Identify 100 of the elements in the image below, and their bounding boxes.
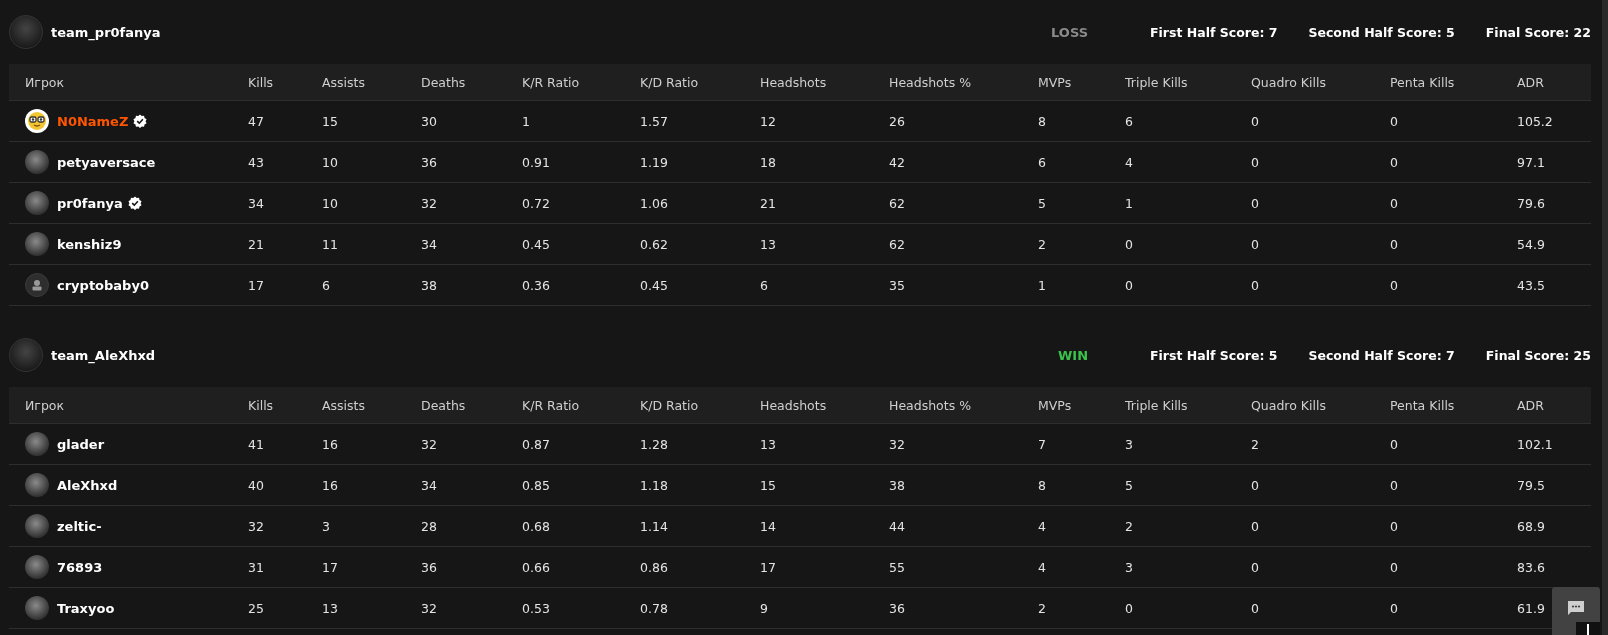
table-cell: 2	[1125, 518, 1133, 534]
table-cell: 8	[1038, 113, 1046, 129]
table-cell: 0.53	[522, 600, 550, 616]
table-cell: 3	[1125, 559, 1133, 575]
column-header: Penta Kills	[1390, 397, 1456, 413]
table-cell: 0	[1251, 154, 1259, 170]
column-header: Deaths	[421, 397, 467, 413]
player-name[interactable]: AleXhxd	[57, 477, 118, 493]
table-cell: 13	[322, 600, 338, 616]
table-cell: 0.62	[640, 236, 668, 252]
player-name[interactable]: pr0fanya	[57, 195, 123, 211]
table-cell: 0.66	[522, 559, 550, 575]
table-cell: 5	[1125, 477, 1133, 493]
team-avatar	[9, 15, 43, 49]
table-cell: 0.85	[522, 477, 550, 493]
table-cell: 4	[1038, 559, 1046, 575]
table-cell: 5	[1038, 195, 1046, 211]
scroll-down-button[interactable]	[1552, 622, 1600, 635]
table-cell: 10	[322, 195, 338, 211]
table-cell: 0.45	[522, 236, 550, 252]
column-header: K/R Ratio	[522, 74, 581, 90]
table-cell: 13	[760, 236, 776, 252]
table-cell: 34	[421, 236, 437, 252]
table-cell: 9	[760, 600, 768, 616]
team-name: team_AleXhxd	[51, 347, 157, 363]
chat-button[interactable]	[1552, 587, 1600, 622]
player-name[interactable]: N0NameZ	[57, 113, 129, 129]
column-header: K/D Ratio	[640, 74, 700, 90]
table-cell: 61.9	[1517, 600, 1545, 616]
table-cell: 3	[322, 518, 330, 534]
table-cell: 6	[322, 277, 330, 293]
table-cell: 25	[248, 600, 264, 616]
table-cell: 0	[1251, 477, 1259, 493]
nerd-emoji-icon	[25, 109, 49, 133]
table-cell: 0	[1390, 559, 1398, 575]
table-cell: 17	[248, 277, 264, 293]
player-name[interactable]: cryptobaby0	[57, 277, 149, 293]
table-cell: 68.9	[1517, 518, 1545, 534]
table-cell: 21	[248, 236, 264, 252]
table-cell: 0	[1390, 154, 1398, 170]
table-cell: 4	[1038, 518, 1046, 534]
column-header: Quadro Kills	[1251, 74, 1327, 90]
table-cell: 1.19	[640, 154, 668, 170]
table-cell: 0	[1125, 277, 1133, 293]
player-name[interactable]: kenshiz9	[57, 236, 122, 252]
player-name[interactable]: glader	[57, 436, 105, 452]
table-cell: 97.1	[1517, 154, 1545, 170]
player-name[interactable]: zeltic-	[57, 518, 102, 534]
table-cell: 0	[1251, 518, 1259, 534]
table-cell: 4	[1125, 154, 1133, 170]
avatar-photo-placeholder	[25, 555, 49, 579]
team-name: team_pr0fanya	[51, 24, 162, 40]
arrow-icon	[1584, 624, 1592, 635]
match-result: LOSS	[1051, 24, 1089, 40]
table-cell: 32	[248, 518, 264, 534]
table-cell: 28	[421, 518, 437, 534]
avatar-photo-placeholder	[25, 473, 49, 497]
table-cell: 0.86	[640, 559, 668, 575]
table-cell: 12	[760, 113, 776, 129]
table-cell: 16	[322, 436, 338, 452]
player-name[interactable]: Traxyoo	[57, 600, 115, 616]
player-name[interactable]: 76893	[57, 559, 103, 575]
team-avatar	[9, 338, 43, 372]
table-cell: 16	[322, 477, 338, 493]
table-cell: 32	[889, 436, 905, 452]
table-cell: 1.57	[640, 113, 668, 129]
table-cell: 102.1	[1517, 436, 1553, 452]
table-cell: 36	[889, 600, 905, 616]
table-cell: 79.5	[1517, 477, 1545, 493]
table-cell: 6	[1125, 113, 1133, 129]
table-cell: 15	[322, 113, 338, 129]
table-cell: 2	[1038, 600, 1046, 616]
table-cell: 0	[1390, 436, 1398, 452]
chat-icon	[1567, 599, 1585, 616]
column-header: Penta Kills	[1390, 74, 1456, 90]
column-header: MVPs	[1038, 74, 1073, 90]
column-header: Quadro Kills	[1251, 397, 1327, 413]
table-cell: 2	[1038, 236, 1046, 252]
table-cell: 1.28	[640, 436, 668, 452]
table-cell: 6	[1038, 154, 1046, 170]
table-cell: 13	[760, 436, 776, 452]
column-header: Assists	[322, 397, 366, 413]
column-header: Headshots	[760, 397, 828, 413]
table-cell: 41	[248, 436, 264, 452]
score-label: Final Score: 22	[1485, 24, 1591, 40]
table-cell: 1	[1125, 195, 1133, 211]
table-cell: 31	[248, 559, 264, 575]
table-cell: 2	[1251, 436, 1259, 452]
column-header: Игрок	[25, 397, 66, 413]
table-cell: 7	[1038, 436, 1046, 452]
table-cell: 34	[248, 195, 264, 211]
table-cell: 35	[889, 277, 905, 293]
match-result: WIN	[1058, 347, 1089, 363]
table-cell: 0.68	[522, 518, 550, 534]
table-cell: 17	[760, 559, 776, 575]
player-name[interactable]: petyaversace	[57, 154, 156, 170]
table-cell: 0	[1251, 195, 1259, 211]
avatar-photo-placeholder	[25, 232, 49, 256]
table-cell: 0.78	[640, 600, 668, 616]
table-cell: 0	[1390, 236, 1398, 252]
